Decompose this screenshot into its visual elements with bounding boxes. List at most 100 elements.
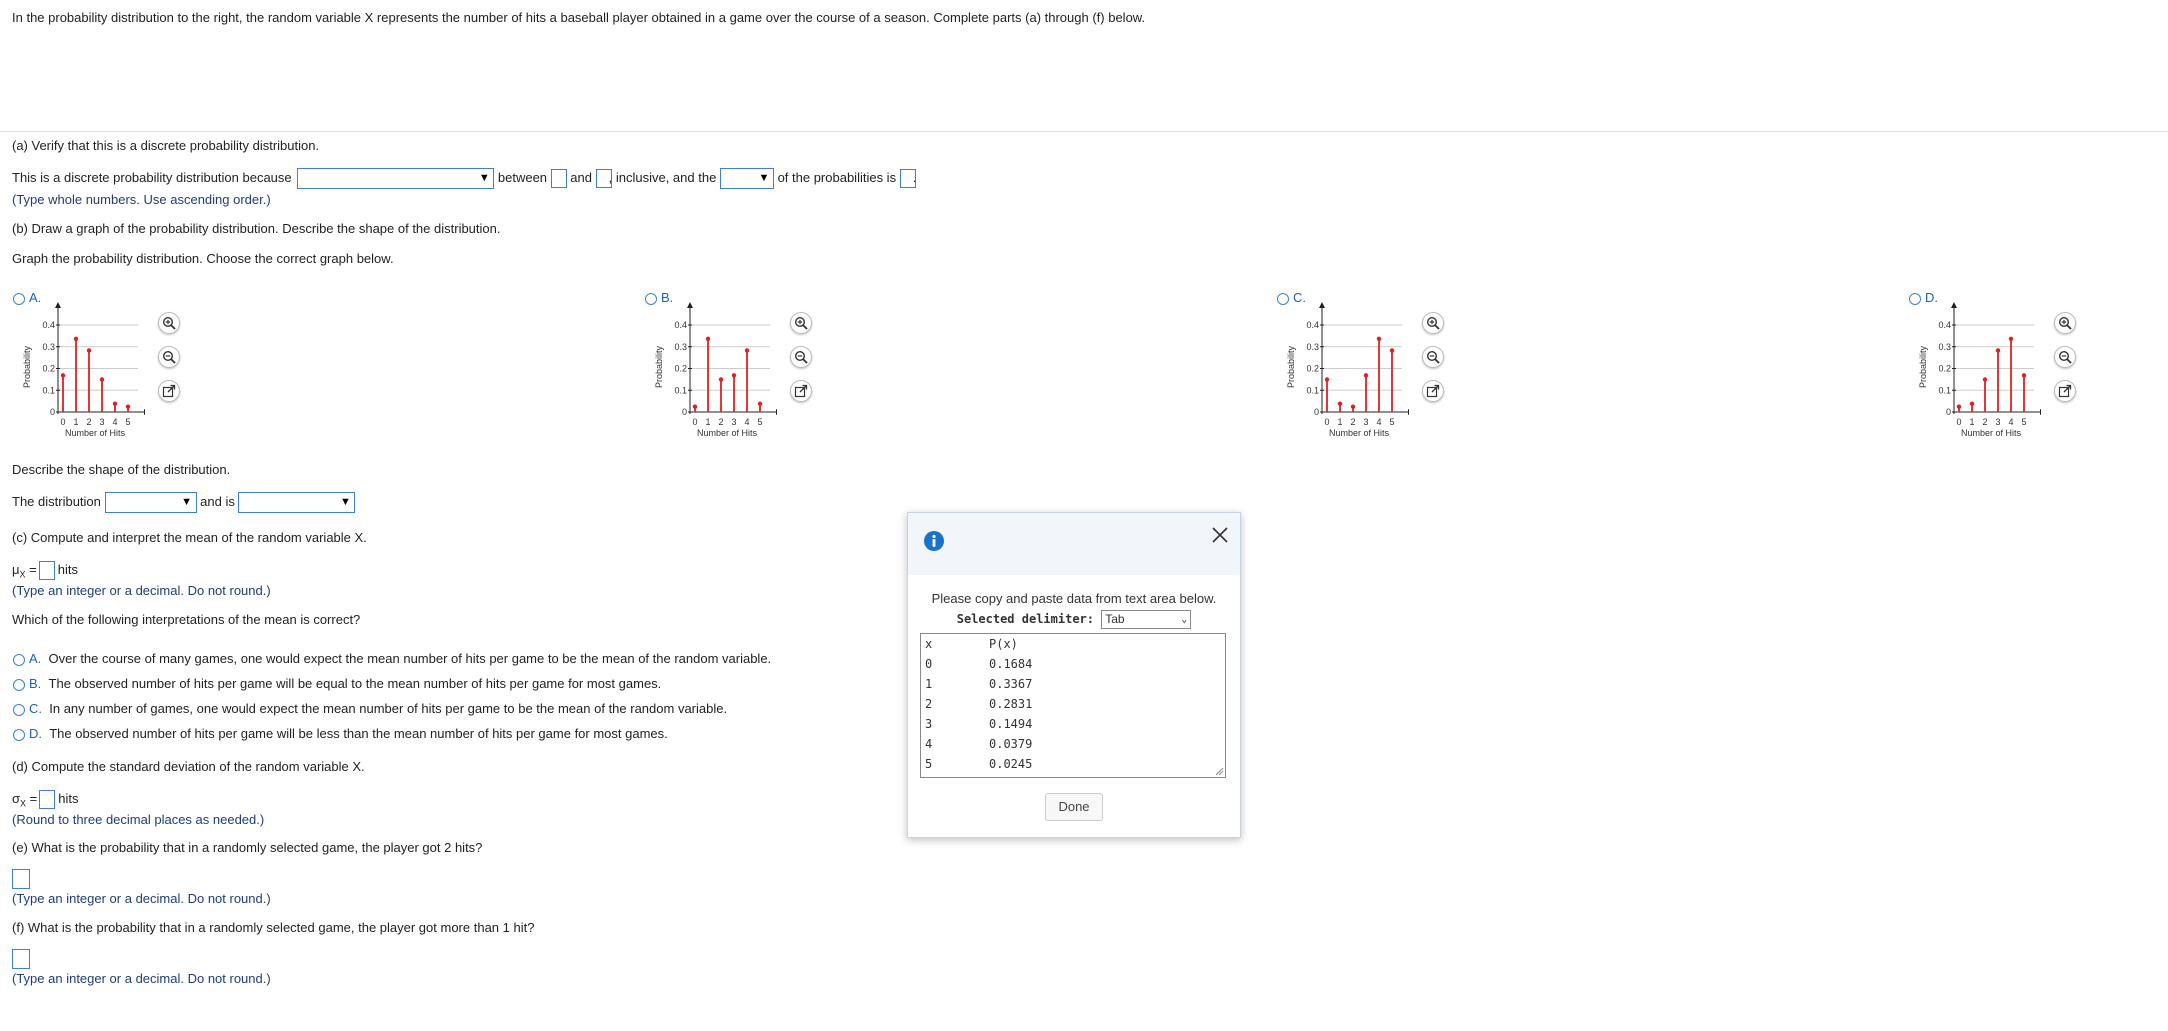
- delimiter-select[interactable]: Tab ⌄: [1101, 610, 1192, 629]
- p-value: 0.0245: [989, 757, 1033, 771]
- mean-equals: =: [29, 561, 37, 577]
- y-tick-label: 0: [682, 407, 687, 417]
- radio-button[interactable]: [13, 728, 25, 741]
- data-textarea[interactable]: x P(x) 0 0.1684 1 0.3367 2 0.2831 3 0.1494 4 0.03…: [920, 633, 1226, 778]
- part-b-instruction: Graph the probability distribution. Choo…: [12, 251, 394, 266]
- zoom-out-icon[interactable]: [1422, 346, 1444, 368]
- resize-handle-icon[interactable]: [1215, 767, 1224, 776]
- y-tick-label: 0.3: [42, 342, 55, 352]
- x-tick-label: 3: [1363, 417, 1368, 427]
- x-axis-label: Number of Hits: [1961, 428, 2022, 438]
- zoom-out-icon[interactable]: [790, 346, 812, 368]
- x-axis-label: Number of Hits: [65, 428, 126, 438]
- x-value: 3: [925, 717, 933, 731]
- open-new-window-icon[interactable]: [1422, 380, 1444, 402]
- std-row: σX = hits: [12, 790, 79, 809]
- y-tick-label: 0.3: [674, 342, 687, 352]
- open-new-window-icon[interactable]: [2054, 380, 2076, 402]
- zoom-out-icon[interactable]: [2054, 346, 2076, 368]
- part-d-hint: (Round to three decimal places as needed…: [12, 812, 265, 827]
- y-axis-arrow: [1319, 302, 1325, 308]
- prob-more-than-one-input[interactable]: [12, 949, 30, 969]
- intro-text: In the probability distribution to the r…: [12, 10, 1146, 25]
- done-button[interactable]: Done: [1045, 793, 1103, 821]
- describe-label: Describe the shape of the distribution.: [12, 462, 231, 477]
- modality-dropdown[interactable]: ▼: [238, 492, 356, 513]
- std-input[interactable]: [39, 790, 56, 809]
- probability-graph: 0.40.30.20.100 1 2 3 4 5Number of HitsProbabi…: [22, 302, 145, 438]
- interpretation-choice-a[interactable]: A. Over the course of many games, one wo…: [13, 651, 771, 666]
- bar-point: [2008, 336, 2014, 341]
- choice-text: Over the course of many games, one would…: [48, 651, 772, 666]
- x-tick-label: 2: [1982, 417, 1987, 427]
- graph-option-d: 0.4 0.3 0.2 0.1 0 0 1 2 3 4 5 Number of Hits Probabi…: [1911, 288, 2076, 443]
- y-tick-label: 0.3: [1938, 342, 1951, 352]
- part-a-between: between: [497, 169, 548, 185]
- mu-subscript: X: [19, 569, 26, 580]
- p-value: 0.1494: [989, 717, 1033, 731]
- part-d-heading: (d) Compute the standard deviation of th…: [12, 759, 365, 774]
- x-axis-arrow: [1408, 409, 1409, 415]
- bar-point: [757, 401, 763, 406]
- dialog-message: Please copy and paste data from text are…: [931, 591, 1217, 606]
- x-tick-label: 5: [1389, 417, 1394, 427]
- interpretation-choice-b[interactable]: B. The observed number of hits per game …: [13, 676, 661, 691]
- y-axis-label: Probability: [22, 345, 32, 388]
- zoom-out-icon[interactable]: [158, 346, 180, 368]
- radio-button[interactable]: [13, 653, 25, 666]
- header-p: P(x): [989, 637, 1018, 651]
- x-tick-label: 2: [718, 417, 723, 427]
- y-tick-label: 0.1: [42, 385, 55, 395]
- chevron-down-icon: ⌄: [1181, 614, 1188, 625]
- choice-letter: C.: [29, 701, 42, 716]
- x-value: 1: [925, 677, 933, 691]
- radio-button[interactable]: [13, 678, 25, 691]
- lower-bound-input[interactable]: [550, 169, 567, 188]
- interpretation-choice-d[interactable]: D. The observed number of hits per game …: [13, 726, 668, 741]
- zoom-in-icon[interactable]: [790, 312, 812, 334]
- open-new-window-icon[interactable]: [158, 380, 180, 402]
- open-new-window-icon[interactable]: [790, 380, 812, 402]
- y-tick-label: 0.2: [1306, 364, 1319, 374]
- x-axis-arrow: [2040, 409, 2041, 415]
- choice-letter: D.: [29, 726, 42, 741]
- reason-dropdown[interactable]: ▼: [297, 168, 495, 189]
- zoom-in-icon[interactable]: [2054, 312, 2076, 334]
- shape-dropdown[interactable]: ▼: [104, 492, 197, 513]
- y-axis-label: Probability: [654, 345, 664, 388]
- x-tick-label: 5: [2021, 417, 2026, 427]
- part-a-hint: (Type whole numbers. Use ascending order…: [12, 192, 271, 207]
- y-tick-label: 0.1: [674, 385, 687, 395]
- p-value: 0.0379: [989, 737, 1033, 751]
- graph-option-a: 0.4 0.3 0.2 0.1 0 0 1 2 3 4 5 Number of Hits Probabi…: [15, 288, 180, 443]
- mean-input[interactable]: [38, 561, 55, 580]
- dropdown-arrow-icon: ▼: [340, 496, 351, 508]
- aggregate-dropdown[interactable]: ▼: [719, 168, 774, 189]
- bar-point: [1363, 373, 1369, 378]
- prob-two-hits-input[interactable]: [12, 869, 30, 889]
- dropdown-arrow-icon: ▼: [758, 172, 770, 184]
- zoom-in-icon[interactable]: [1422, 312, 1444, 334]
- delimiter-value: Tab: [1105, 612, 1125, 626]
- zoom-in-icon[interactable]: [158, 312, 180, 334]
- mu-symbol: μ: [12, 561, 20, 577]
- interpretation-choice-c[interactable]: C. In any number of games, one would exp…: [13, 701, 727, 716]
- mean-unit: hits: [57, 561, 78, 577]
- part-c-question: Which of the following interpretations o…: [12, 612, 361, 627]
- bar-point: [692, 404, 698, 409]
- bar-point: [1956, 404, 1962, 409]
- x-value: 0: [925, 657, 933, 671]
- radio-button[interactable]: [13, 703, 25, 716]
- choice-text: The observed number of hits per game wil…: [48, 676, 662, 691]
- dropdown-arrow-icon: ▼: [181, 496, 192, 508]
- part-c-hint: (Type an integer or a decimal. Do not ro…: [12, 583, 271, 598]
- y-tick-label: 0.2: [1938, 364, 1951, 374]
- distribution-sentence: The distribution ▼ and is ▼: [12, 492, 356, 513]
- close-icon[interactable]: [1211, 526, 1229, 544]
- y-axis-label: Probability: [1918, 345, 1928, 388]
- x-axis-label: Number of Hits: [1329, 428, 1390, 438]
- header-x: x: [925, 637, 933, 651]
- bar-point: [1389, 348, 1395, 353]
- bar-point: [73, 336, 79, 341]
- y-tick-label: 0.4: [1306, 320, 1319, 330]
